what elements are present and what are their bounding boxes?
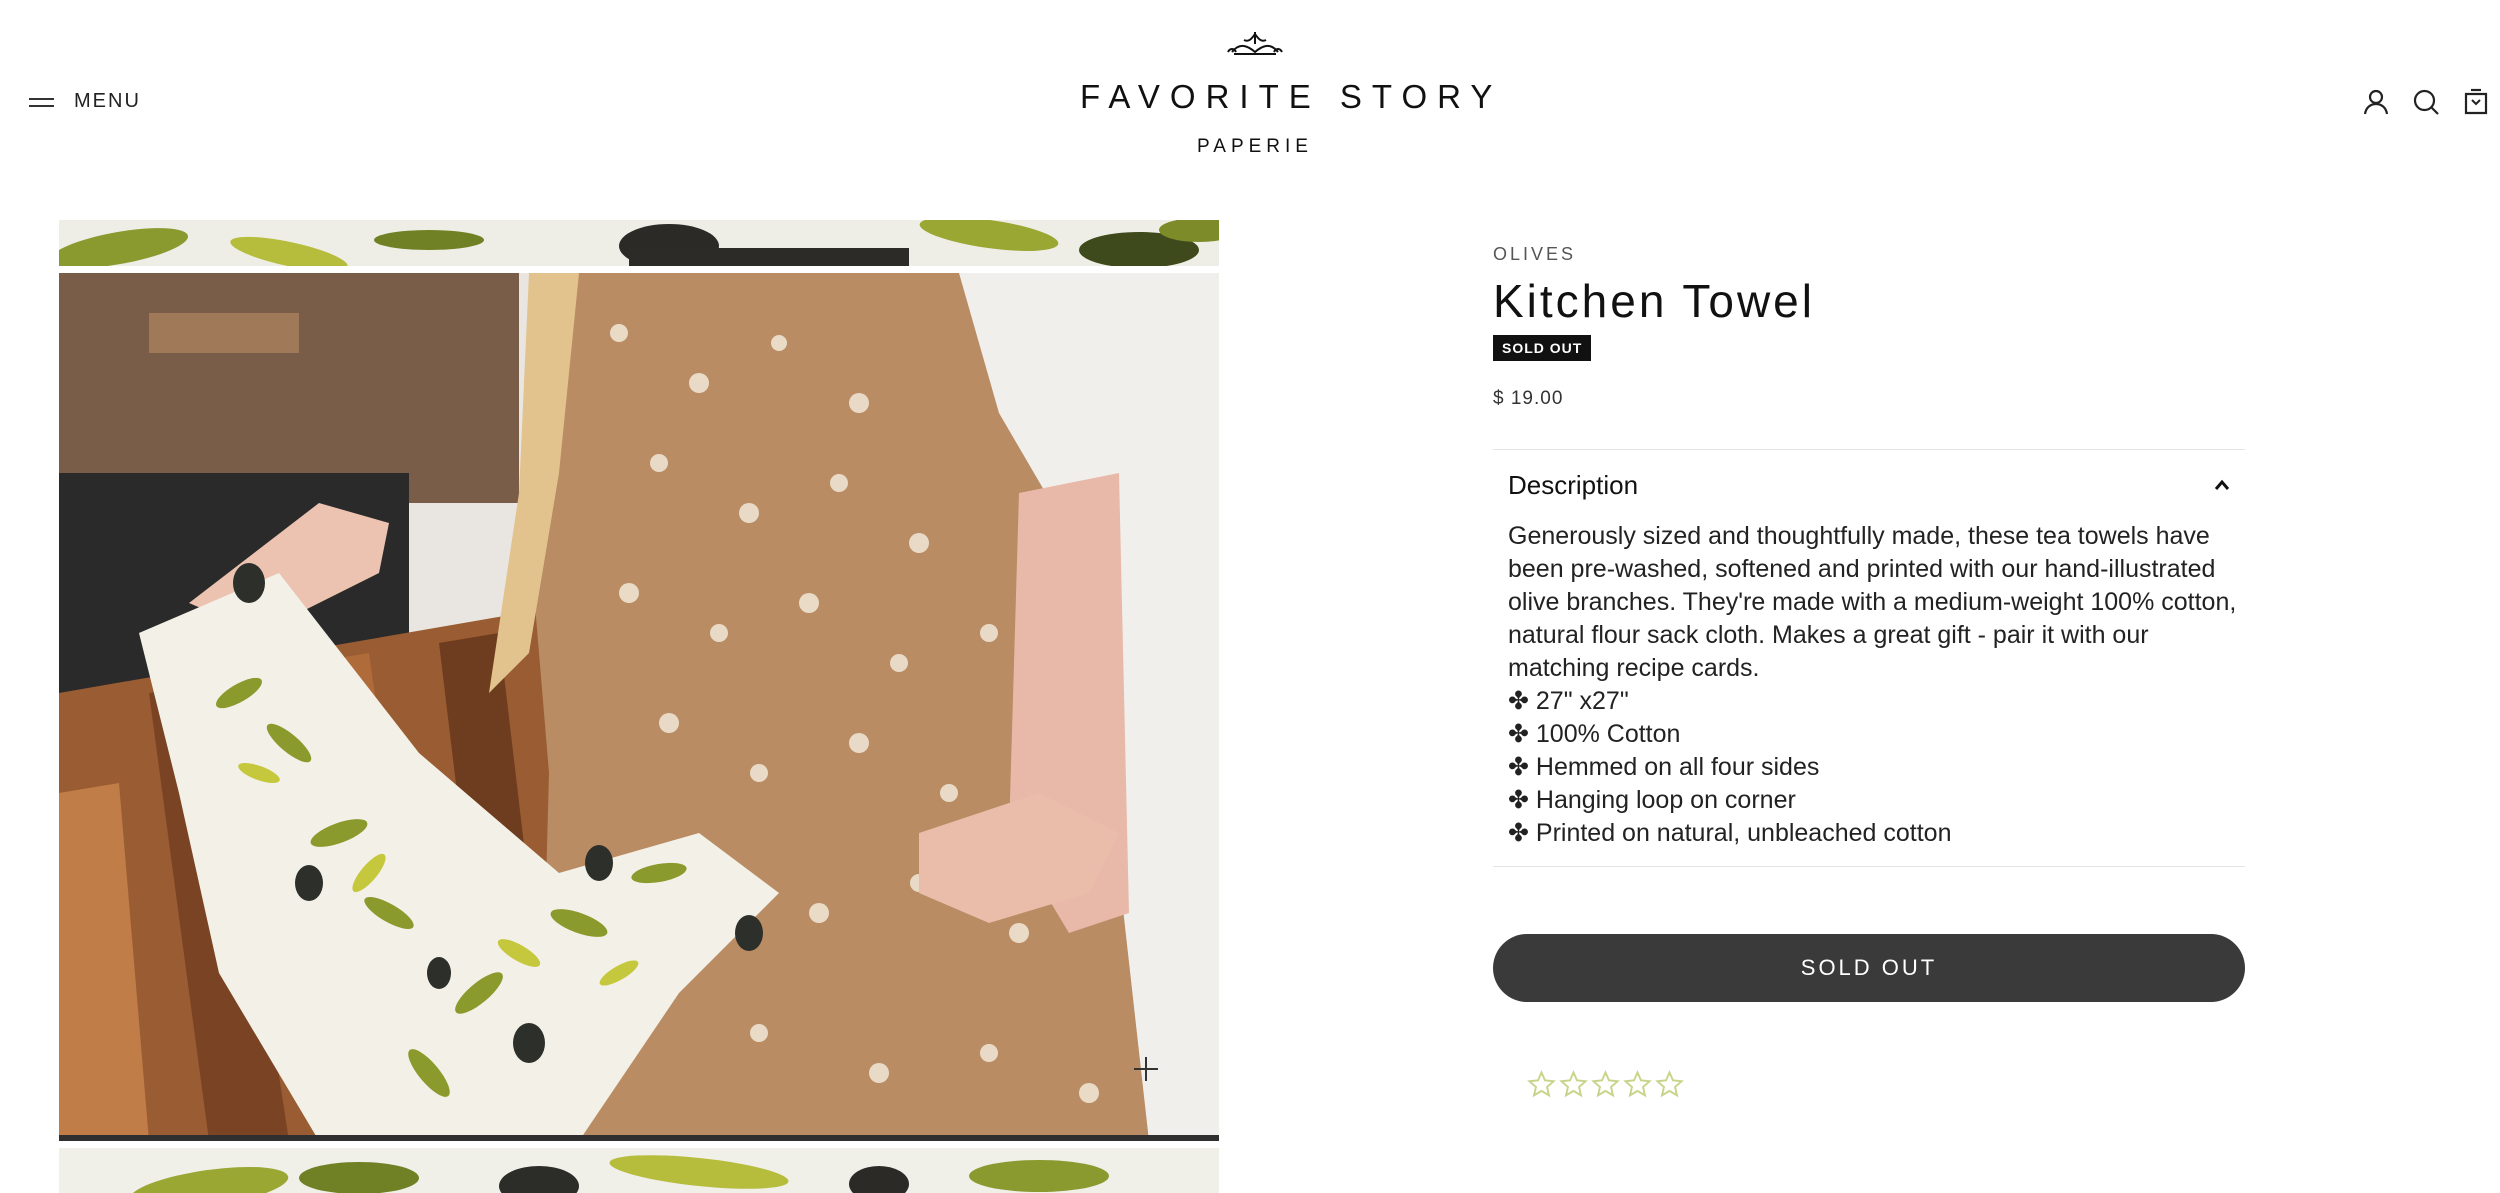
star-outline-icon[interactable] [1591,1070,1620,1099]
star-outline-icon[interactable] [1527,1070,1556,1099]
product-title: Kitchen Towel [1493,275,1815,327]
feature-item: ✤ Hanging loop on corner [1508,786,1796,814]
sold-out-badge: SOLD OUT [1493,335,1592,361]
cart-icon[interactable] [2462,88,2490,116]
star-outline-icon[interactable] [1559,1070,1588,1099]
feature-item: ✤ 100% Cotton [1508,720,1681,748]
menu-button[interactable]: MENU [29,90,141,113]
chevron-up-icon [2214,479,2230,490]
description-body: Generously sized and thoughtfully made, … [1508,520,2238,850]
feature-item: ✤ Printed on natural, unbleached cotton [1508,819,1952,847]
divider [1493,449,2245,450]
logo-subtitle: PAPERIE [1197,136,1313,157]
product-main-image[interactable] [59,273,1219,1141]
product-vendor[interactable]: OLIVES [1493,244,1576,265]
brand-logo[interactable]: FAVORITE STORY PAPERIE [1080,30,1503,175]
star-outline-icon[interactable] [1623,1070,1652,1099]
sold-out-button[interactable]: SOLD OUT [1493,934,2245,1002]
feature-item: ✤ 27" x27" [1508,687,1629,715]
description-heading: Description [1508,470,1639,500]
gallery-thumbnail-bottom[interactable] [59,1148,1219,1193]
star-outline-icon[interactable] [1655,1070,1684,1099]
logo-title: FAVORITE STORY [1080,78,1503,115]
gallery-thumbnail-top[interactable] [59,220,1219,266]
description-toggle[interactable]: Description [1508,470,2230,501]
description-paragraph: Generously sized and thoughtfully made, … [1508,522,2237,682]
account-icon[interactable] [2362,88,2390,116]
zoom-plus-icon[interactable] [1132,1055,1160,1083]
menu-label: MENU [74,90,141,112]
search-icon[interactable] [2412,88,2440,116]
divider [1493,866,2245,867]
hamburger-icon [29,95,54,109]
product-price: $ 19.00 [1493,388,1564,409]
rating-stars[interactable] [1527,1070,1684,1099]
feature-item: ✤ Hemmed on all four sides [1508,753,1820,781]
logo-crown-icon [1227,32,1283,55]
